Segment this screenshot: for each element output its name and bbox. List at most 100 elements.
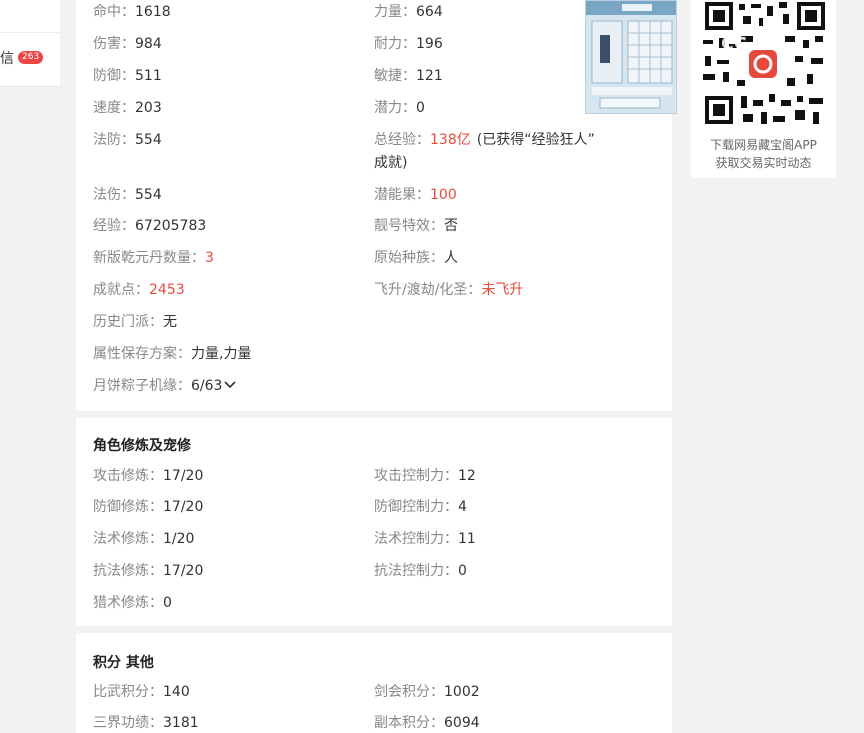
attr-row: 法防：554: [93, 129, 162, 149]
attr-value: 554: [135, 132, 162, 148]
attr-row: 属性保存方案：力量,力量: [93, 343, 251, 363]
attr-value: 6094: [444, 715, 480, 731]
attr-value: 1618: [135, 4, 171, 20]
attr-label: 副本积分：: [374, 715, 444, 731]
attr-label: 月饼粽子机缘：: [93, 378, 191, 394]
attr-row: 防御控制力：4: [374, 496, 467, 516]
attr-row: 力量：664: [374, 1, 443, 21]
attr-row: 总经验：138亿 (已获得“经验狂人”: [374, 129, 595, 149]
attr-value: 140: [163, 684, 190, 700]
attr-value: 121: [416, 68, 443, 84]
attr-value: 0: [458, 563, 467, 579]
attr-label: 成就点：: [93, 282, 149, 298]
attr-label: 法术控制力：: [374, 531, 458, 547]
attr-row: 防御修炼：17/20: [93, 496, 203, 516]
attr-row: 剑会积分：1002: [374, 681, 480, 701]
attr-row: 法伤：554: [93, 184, 162, 204]
attr-label: 防御修炼：: [93, 499, 163, 515]
sidebar-divider: [0, 32, 60, 33]
attr-row: 新版乾元丹数量：3: [93, 247, 214, 267]
attr-label: 猎术修炼：: [93, 595, 163, 611]
attr-value: 554: [135, 187, 162, 203]
attr-label: 防御：: [93, 68, 135, 84]
qr-caption-line2: 获取交易实时动态: [715, 156, 812, 170]
chevron-down-icon[interactable]: [224, 378, 237, 394]
attr-row: 抗法修炼：17/20: [93, 560, 203, 580]
attr-label: 飞升/渡劫/化圣：: [374, 282, 482, 298]
attr-value: 力量,力量: [191, 346, 252, 362]
mooncake-row[interactable]: 月饼粽子机缘：6/63: [93, 375, 237, 395]
basic-attributes-card: 命中：1618 伤害：984 防御：511 速度：203 法防：554 法伤：5…: [76, 0, 672, 411]
attr-label: 抗法控制力：: [374, 563, 458, 579]
attr-value: 无: [163, 314, 177, 330]
attr-row: 法术修炼：1/20: [93, 528, 194, 548]
attr-value: 17/20: [163, 563, 204, 579]
sidebar-message-link[interactable]: 信: [0, 48, 14, 68]
attr-label: 攻击控制力：: [374, 468, 458, 484]
achievement-note-end: 成就): [374, 155, 408, 171]
attr-value: 17/20: [163, 468, 204, 484]
score-card: 积分 其他 比武积分：140 三界功绩：3181 剑会积分：1002 副本积分：…: [76, 633, 672, 733]
attr-value: 100: [430, 187, 457, 203]
attr-row: 比武积分：140: [93, 681, 190, 701]
attr-value: 人: [444, 250, 458, 266]
attr-label: 靓号特效：: [374, 218, 444, 234]
attr-label: 速度：: [93, 100, 135, 116]
attr-label: 法伤：: [93, 187, 135, 203]
attr-label: 潜力：: [374, 100, 416, 116]
attr-row: 防御：511: [93, 65, 162, 85]
role-screenshot-thumbnail[interactable]: [585, 0, 677, 114]
attr-label: 经验：: [93, 218, 135, 234]
attr-value: 未飞升: [481, 282, 524, 298]
message-count-badge: 263: [18, 51, 44, 64]
attr-value: 203: [135, 100, 162, 116]
attr-label: 总经验：: [374, 132, 430, 148]
attr-row: 敏捷：121: [374, 65, 443, 85]
attr-label: 属性保存方案：: [93, 346, 191, 362]
section-title: 积分 其他: [93, 655, 154, 671]
attr-value: 0: [416, 100, 425, 116]
attr-label: 法术修炼：: [93, 531, 163, 547]
attr-row: 原始种族：人: [374, 247, 458, 267]
attr-value: 否: [444, 218, 458, 234]
attr-row: 潜能果：100: [374, 184, 457, 204]
attr-value: 4: [458, 499, 467, 515]
attr-label: 攻击修炼：: [93, 468, 163, 484]
attr-row: 历史门派：无: [93, 311, 177, 331]
attr-label: 比武积分：: [93, 684, 163, 700]
attr-row: 靓号特效：否: [374, 215, 458, 235]
attr-value: 3: [205, 250, 214, 266]
attr-label: 潜能果：: [374, 187, 430, 203]
qr-code-icon: [699, 0, 827, 128]
attr-value: 511: [135, 68, 162, 84]
attr-value: 67205783: [135, 218, 207, 234]
cultivation-card: 角色修炼及宠修 攻击修炼：17/20 防御修炼：17/20 法术修炼：1/20 …: [76, 418, 672, 626]
attr-row: 猎术修炼：0: [93, 592, 172, 612]
attr-label: 防御控制力：: [374, 499, 458, 515]
attr-row-continued: 成就): [374, 152, 407, 172]
attr-label: 敏捷：: [374, 68, 416, 84]
attr-value: 11: [458, 531, 476, 547]
achievement-note: (已获得“经验狂人”: [476, 132, 595, 148]
attr-label: 伤害：: [93, 36, 135, 52]
attr-label: 历史门派：: [93, 314, 163, 330]
qr-caption-line1: 下载网易藏宝阁APP: [710, 138, 817, 152]
attr-label: 抗法修炼：: [93, 563, 163, 579]
attr-row: 速度：203: [93, 97, 162, 117]
attr-value: 196: [416, 36, 443, 52]
app-download-qr-card[interactable]: cc 下载网易藏宝阁APP 获取交易实时动态: [691, 0, 836, 178]
attr-value: 664: [416, 4, 443, 20]
attr-row: 命中：1618: [93, 1, 171, 21]
attr-label: 剑会积分：: [374, 684, 444, 700]
attr-row: 攻击控制力：12: [374, 465, 476, 485]
attr-row: 成就点：2453: [93, 279, 185, 299]
attr-value: 984: [135, 36, 162, 52]
attr-value: 2453: [149, 282, 185, 298]
attr-value: 1/20: [163, 531, 195, 547]
attr-row: 副本积分：6094: [374, 712, 480, 732]
attr-label: 三界功绩：: [93, 715, 163, 731]
attr-row: 经验：67205783: [93, 215, 206, 235]
attr-value: 1002: [444, 684, 480, 700]
left-sidebar: [0, 0, 60, 720]
attr-row: 伤害：984: [93, 33, 162, 53]
